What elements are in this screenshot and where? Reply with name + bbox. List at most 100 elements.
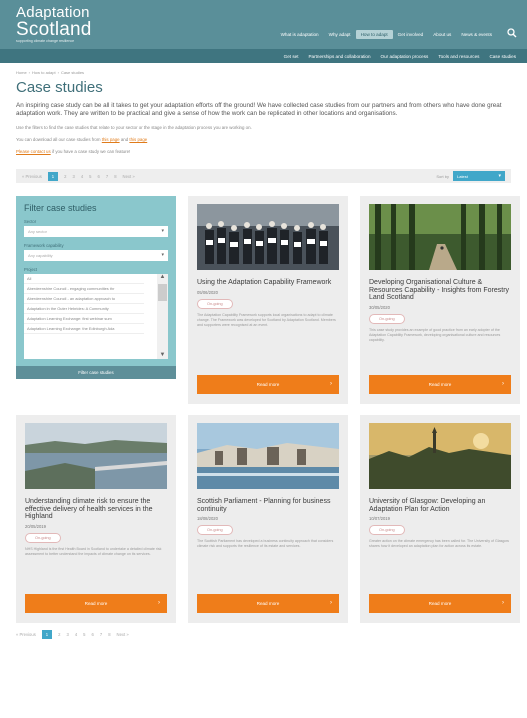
read-more-button[interactable]: Read more ›	[369, 594, 511, 614]
read-more-label: Read more	[84, 601, 108, 607]
pager-page-4[interactable]: 4	[81, 174, 83, 179]
download-text: You can download all our case studies fr…	[16, 137, 511, 142]
breadcrumb-home[interactable]: Home	[16, 70, 27, 75]
project-option[interactable]: Aberdeenshire Council - engaging communi…	[24, 284, 144, 295]
search-icon[interactable]	[507, 28, 517, 38]
card-date: 05/06/2020	[197, 289, 218, 295]
breadcrumb-separator: ›	[28, 70, 31, 75]
sort-select[interactable]: Latest	[453, 171, 505, 182]
card-description: The Adaptation Capability Framework supp…	[197, 312, 336, 327]
pager-page-7[interactable]: 7	[100, 632, 102, 637]
site-header: Adaptation Scotland supporting climate c…	[0, 0, 527, 49]
top-pager: « Previous 1 2 3 4 5 6 7 8 Next » Sort b…	[16, 169, 511, 184]
pager-page-6[interactable]: 6	[92, 632, 94, 637]
chevron-right-icon: ›	[330, 600, 332, 607]
scroll-down-icon[interactable]: ▼	[157, 352, 168, 358]
download-link-2[interactable]: this page	[129, 137, 147, 142]
pager-page-8[interactable]: 8	[114, 174, 116, 179]
sector-select[interactable]: Any sector	[24, 226, 168, 238]
read-more-label: Read more	[256, 601, 280, 607]
card-title[interactable]: Scottish Parliament - Planning for busin…	[197, 498, 339, 513]
pager-page-1[interactable]: 1	[47, 171, 59, 181]
intro-text: An inspiring case study can be all it ta…	[16, 102, 502, 118]
project-scrollbar[interactable]: ▲ ▼	[157, 274, 168, 360]
download-label: You can download all our case studies fr…	[16, 137, 101, 143]
nav-item-news-events[interactable]: News & events	[456, 30, 497, 39]
chevron-right-icon: ›	[502, 381, 504, 388]
read-more-button[interactable]: Read more ›	[197, 375, 339, 395]
pager-next[interactable]: Next »	[123, 174, 135, 179]
card-title[interactable]: Understanding climate risk to ensure the…	[25, 498, 167, 521]
nav-item-how-to-adapt[interactable]: How to adapt	[355, 30, 393, 39]
status-badge: On-going	[369, 525, 405, 536]
main-content: Home › How to adapt › Case studies Case stud…	[0, 70, 527, 184]
pager-previous[interactable]: « Previous	[22, 174, 42, 179]
card-date: 30/05/2020	[369, 304, 390, 310]
status-badge: On-going	[369, 313, 405, 324]
project-option[interactable]: All	[24, 274, 144, 285]
case-study-image[interactable]	[25, 423, 167, 490]
card-description: The Scottish Parliament has developed a …	[197, 539, 334, 549]
card-date: 20/05/2019	[25, 523, 46, 529]
filter-submit-button[interactable]: Filter case studies	[16, 366, 176, 380]
case-study-card: Developing Organisational Culture & Reso…	[360, 196, 520, 405]
read-more-button[interactable]: Read more ›	[197, 594, 339, 614]
card-date: 10/07/2019	[369, 516, 390, 522]
pager-page-2[interactable]: 2	[64, 174, 66, 179]
card-title[interactable]: University of Glasgow: Developing an Ada…	[369, 498, 511, 513]
chevron-right-icon: ›	[502, 600, 504, 607]
breadcrumb-how-to-adapt[interactable]: How to adapt	[32, 70, 56, 75]
pager-page-3[interactable]: 3	[72, 174, 74, 179]
read-more-button[interactable]: Read more ›	[369, 375, 511, 395]
pager-page-4[interactable]: 4	[75, 632, 77, 637]
pager-previous[interactable]: « Previous	[16, 632, 36, 637]
scroll-thumb[interactable]	[158, 284, 167, 302]
project-option[interactable]: Adaptation Learning Exchange: the Edinbu…	[24, 324, 144, 335]
pager-page-7[interactable]: 7	[106, 174, 108, 179]
nav-item-get-involved[interactable]: Get involved	[393, 30, 429, 39]
read-more-button[interactable]: Read more ›	[25, 594, 167, 614]
contact-label: if you have a case study we can feature!	[51, 149, 131, 155]
logo-line1: Adaptation	[16, 4, 90, 21]
card-description: Greater action on the climate emergency …	[369, 539, 509, 549]
pager-page-3[interactable]: 3	[66, 632, 68, 637]
nav-item-what-is-adaptation[interactable]: What is adaptation	[276, 30, 324, 39]
case-study-image[interactable]	[197, 423, 339, 490]
pager-page-6[interactable]: 6	[98, 174, 100, 179]
scroll-up-icon[interactable]: ▲	[157, 274, 168, 280]
contact-link[interactable]: Please contact us	[16, 149, 51, 154]
subnav-item-case-studies[interactable]: Case studies	[484, 54, 521, 59]
card-title[interactable]: Using the Adaptation Capability Framewor…	[197, 279, 339, 287]
capability-select[interactable]: Any capability	[24, 250, 168, 262]
subnav-item-partnerships[interactable]: Partnerships and collaboration	[303, 54, 375, 59]
pager-page-1[interactable]: 1	[41, 630, 53, 640]
case-study-card: University of Glasgow: Developing an Ada…	[360, 415, 520, 624]
case-study-image[interactable]	[197, 204, 339, 271]
subnav-item-adaptation-process[interactable]: Our adaptation process	[376, 54, 434, 59]
sub-nav: Get set Partnerships and collaboration O…	[0, 49, 527, 63]
pager-page-5[interactable]: 5	[83, 632, 85, 637]
site-logo[interactable]: Adaptation Scotland supporting climate c…	[16, 5, 92, 44]
sector-label: Sector	[24, 219, 37, 225]
project-option[interactable]: Aberdeenshire Council - an adaptation ap…	[24, 294, 144, 305]
pager-page-2[interactable]: 2	[58, 632, 60, 637]
read-more-label: Read more	[428, 382, 452, 388]
pager-page-8[interactable]: 8	[108, 632, 110, 637]
nav-item-why-adapt[interactable]: Why adapt	[324, 30, 356, 39]
contact-text: Please contact us if you have a case stu…	[16, 149, 511, 154]
pager-next[interactable]: Next »	[117, 632, 129, 637]
case-study-image[interactable]	[369, 204, 511, 271]
project-option[interactable]: Adaptation Learning Exchange: first webi…	[24, 314, 144, 325]
subnav-item-tools[interactable]: Tools and resources	[433, 54, 484, 59]
status-badge: On-going	[197, 525, 233, 536]
project-option[interactable]: Adaptation in the Outer Hebrides: A Comm…	[24, 304, 144, 315]
status-badge: On-going	[25, 532, 61, 543]
subnav-item-get-set[interactable]: Get set	[279, 54, 304, 59]
case-study-image[interactable]	[369, 423, 511, 490]
project-listbox[interactable]: All Aberdeenshire Council - engaging com…	[24, 274, 168, 360]
page-title: Case studies	[16, 79, 103, 96]
pager-page-5[interactable]: 5	[89, 174, 91, 179]
nav-item-about-us[interactable]: About us	[428, 30, 456, 39]
card-title[interactable]: Developing Organisational Culture & Reso…	[369, 279, 511, 302]
download-link-1[interactable]: this page	[102, 137, 120, 142]
